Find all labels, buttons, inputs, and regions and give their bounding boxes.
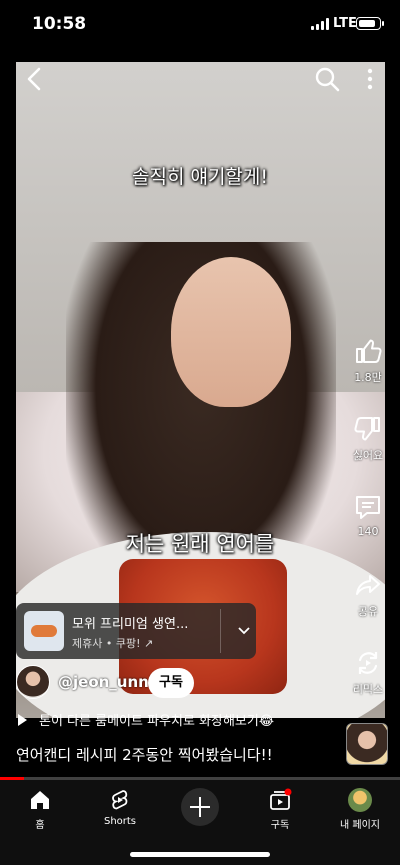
remix-button[interactable]: 리믹스 [346, 648, 390, 697]
thumbs-down-icon [354, 417, 380, 441]
chevron-down-icon[interactable] [236, 623, 252, 639]
status-time: 10:58 [32, 14, 87, 34]
signal-icon [311, 18, 329, 30]
like-count: 1.8만 [354, 371, 382, 384]
product-affiliate: 제휴사 • 쿠팡! ↗ [72, 637, 154, 650]
subscribe-button[interactable]: 구독 [148, 668, 194, 698]
comment-count: 140 [357, 525, 379, 538]
video-subject [171, 257, 291, 407]
sound-thumbnail[interactable] [346, 723, 388, 765]
video-caption-top: 솔직히 얘기할게! [131, 166, 269, 188]
home-icon [31, 791, 49, 809]
play-icon [18, 714, 27, 726]
bottom-nav: 홈 Shorts 구독 내 페이지 [0, 780, 400, 865]
channel-avatar[interactable] [16, 665, 50, 699]
product-title: 모위 프리미엄 생연... [72, 617, 189, 632]
back-arrow-icon[interactable] [21, 64, 51, 94]
comments-button[interactable]: 140 [346, 492, 390, 538]
network-label: LTE [333, 16, 357, 31]
product-thumbnail [24, 611, 64, 651]
home-indicator [130, 852, 270, 857]
playlist-link[interactable]: 톤이 다른 룸메이트 파우치로 화장해보기😂 [18, 710, 274, 729]
share-label: 공유 [357, 605, 379, 618]
video-caption-bottom: 저는 원래 연어를 [125, 532, 275, 556]
profile-avatar-icon [348, 788, 372, 812]
subscriptions-icon [270, 788, 292, 810]
dislike-button[interactable]: 싫어요 [346, 414, 390, 463]
external-link-icon: ↗ [144, 637, 154, 650]
share-icon [356, 575, 380, 595]
dislike-label: 싫어요 [352, 449, 384, 462]
remix-label: 리믹스 [352, 683, 384, 696]
playlist-title: 톤이 다른 룸메이트 파우치로 화장해보기😂 [39, 714, 275, 729]
nav-home[interactable]: 홈 [0, 788, 80, 831]
nav-my-page[interactable]: 내 페이지 [320, 788, 400, 831]
status-bar: 10:58 LTE [0, 0, 400, 52]
shorts-icon [112, 790, 128, 810]
nav-subscriptions[interactable]: 구독 [240, 788, 320, 831]
remix-icon [358, 652, 378, 674]
channel-handle[interactable]: @jeon_unni [58, 673, 154, 691]
video-top-nav [16, 62, 385, 98]
like-button[interactable]: 1.8만 [346, 336, 390, 385]
more-options-icon[interactable] [363, 66, 377, 92]
comment-icon [356, 496, 380, 519]
battery-icon [356, 17, 384, 30]
nav-shorts[interactable]: Shorts [80, 788, 160, 827]
search-icon[interactable] [312, 64, 342, 94]
thumbs-up-icon [356, 339, 382, 363]
create-button[interactable] [181, 788, 219, 826]
product-card[interactable]: 모위 프리미엄 생연... 제휴사 • 쿠팡! ↗ [16, 603, 256, 659]
video-description[interactable]: 연어캔디 레시피 2주동안 찍어봤습니다!! [16, 744, 273, 765]
share-button[interactable]: 공유 [346, 570, 390, 619]
